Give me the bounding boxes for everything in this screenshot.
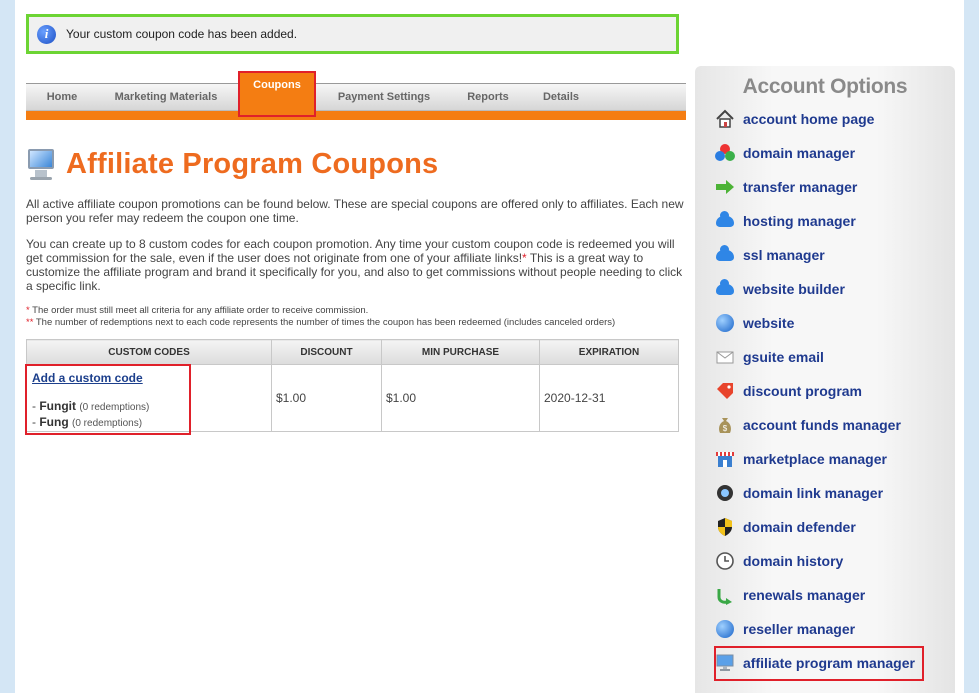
sidebar-item-website-builder[interactable]: website builder [715, 276, 845, 302]
sidebar-item-gsuite-email[interactable]: gsuite email [715, 344, 824, 370]
sidebar-item-discount-program[interactable]: discount program [715, 378, 862, 404]
sidebar-item-transfer-manager[interactable]: transfer manager [715, 174, 857, 200]
sidebar-item-ssl-manager[interactable]: ssl manager [715, 242, 825, 268]
code-item: - Fung (0 redemptions) [32, 415, 143, 429]
tag-icon [715, 381, 735, 401]
code-item: - Fungit (0 redemptions) [32, 399, 150, 413]
column-header-expiration: EXPIRATION [539, 339, 679, 365]
globe-icon [715, 313, 735, 333]
tab-bar: Home Marketing Materials Coupons Payment… [26, 71, 686, 120]
notice-text: Your custom coupon code has been added. [66, 27, 298, 41]
sidebar-title: Account Options [742, 75, 908, 98]
sidebar-item-account-funds-manager[interactable]: $ account funds manager [715, 412, 901, 438]
cloud-icon [715, 244, 735, 265]
expiration-cell: 2020-12-31 [539, 364, 679, 432]
green-arrow-icon [715, 177, 735, 197]
custom-codes-highlight: Add a custom code - Fungit (0 redemption… [25, 364, 191, 435]
domain-balls-icon [715, 143, 735, 163]
page-title: Affiliate Program Coupons [66, 147, 439, 180]
shield-icon [715, 517, 735, 537]
page: i Your custom coupon code has been added… [15, 0, 964, 693]
globe-icon [715, 619, 735, 639]
tab-payment-settings[interactable]: Payment Settings [326, 83, 442, 111]
sidebar-item-domain-defender[interactable]: domain defender [715, 514, 856, 540]
sidebar-item-marketplace-manager[interactable]: marketplace manager [715, 446, 887, 472]
add-custom-code-link[interactable]: Add a custom code [32, 371, 189, 385]
sidebar-item-domain-manager[interactable]: domain manager [715, 140, 855, 166]
sidebar-item-account-home[interactable]: account home page [715, 106, 874, 132]
tab-coupons[interactable]: Coupons [238, 71, 316, 117]
house-icon [715, 109, 735, 129]
money-bag-icon: $ [715, 415, 735, 435]
footnote-2: ** The number of redemptions next to eac… [26, 317, 616, 328]
column-header-min-purchase: MIN PURCHASE [381, 339, 540, 365]
page-header: Affiliate Program Coupons [26, 147, 438, 181]
monitor-icon [26, 147, 56, 181]
renew-arrow-icon [715, 585, 735, 605]
tab-marketing-materials[interactable]: Marketing Materials [102, 83, 230, 111]
min-purchase-cell: $1.00 [381, 364, 540, 432]
sidebar-item-domain-link-manager[interactable]: domain link manager [715, 480, 883, 506]
intro-paragraph-1: All active affiliate coupon promotions c… [26, 197, 684, 225]
coupon-table: CUSTOM CODES DISCOUNT MIN PURCHASE EXPIR… [25, 339, 679, 435]
link-globe-icon [715, 483, 735, 503]
tab-bar-underline [26, 111, 686, 120]
tab-home[interactable]: Home [34, 83, 90, 111]
sidebar-item-hosting-manager[interactable]: hosting manager [715, 208, 856, 234]
cloud-icon [715, 278, 735, 299]
sidebar-item-website[interactable]: website [715, 310, 794, 336]
sidebar-item-domain-history[interactable]: domain history [715, 548, 843, 574]
sidebar-item-affiliate-program-manager[interactable]: affiliate program manager [715, 650, 915, 676]
discount-cell: $1.00 [271, 364, 382, 432]
table-row: Add a custom code - Fungit (0 redemption… [25, 364, 679, 435]
table-header-row: CUSTOM CODES DISCOUNT MIN PURCHASE EXPIR… [26, 339, 679, 365]
account-options-sidebar: Account Options account home page domain… [695, 66, 955, 693]
intro-paragraph-2: You can create up to 8 custom codes for … [26, 237, 683, 293]
svg-text:$: $ [723, 424, 728, 433]
footnotes: * The order must still meet all criteria… [26, 305, 686, 329]
sidebar-item-reseller-manager[interactable]: reseller manager [715, 616, 855, 642]
column-header-custom-codes: CUSTOM CODES [26, 339, 272, 365]
tab-reports[interactable]: Reports [456, 83, 520, 111]
footnote-1: * The order must still meet all criteria… [26, 305, 369, 316]
success-notice: i Your custom coupon code has been added… [26, 14, 679, 54]
storefront-icon [715, 449, 735, 469]
tab-details[interactable]: Details [532, 83, 590, 111]
cloud-icon [715, 210, 735, 231]
column-header-discount: DISCOUNT [271, 339, 382, 365]
custom-codes-cell: Add a custom code - Fungit (0 redemption… [25, 364, 272, 435]
sidebar-item-renewals-manager[interactable]: renewals manager [715, 582, 865, 608]
envelope-icon [715, 347, 735, 367]
clock-icon [715, 551, 735, 571]
monitor-icon [715, 653, 735, 673]
info-icon: i [37, 24, 56, 44]
